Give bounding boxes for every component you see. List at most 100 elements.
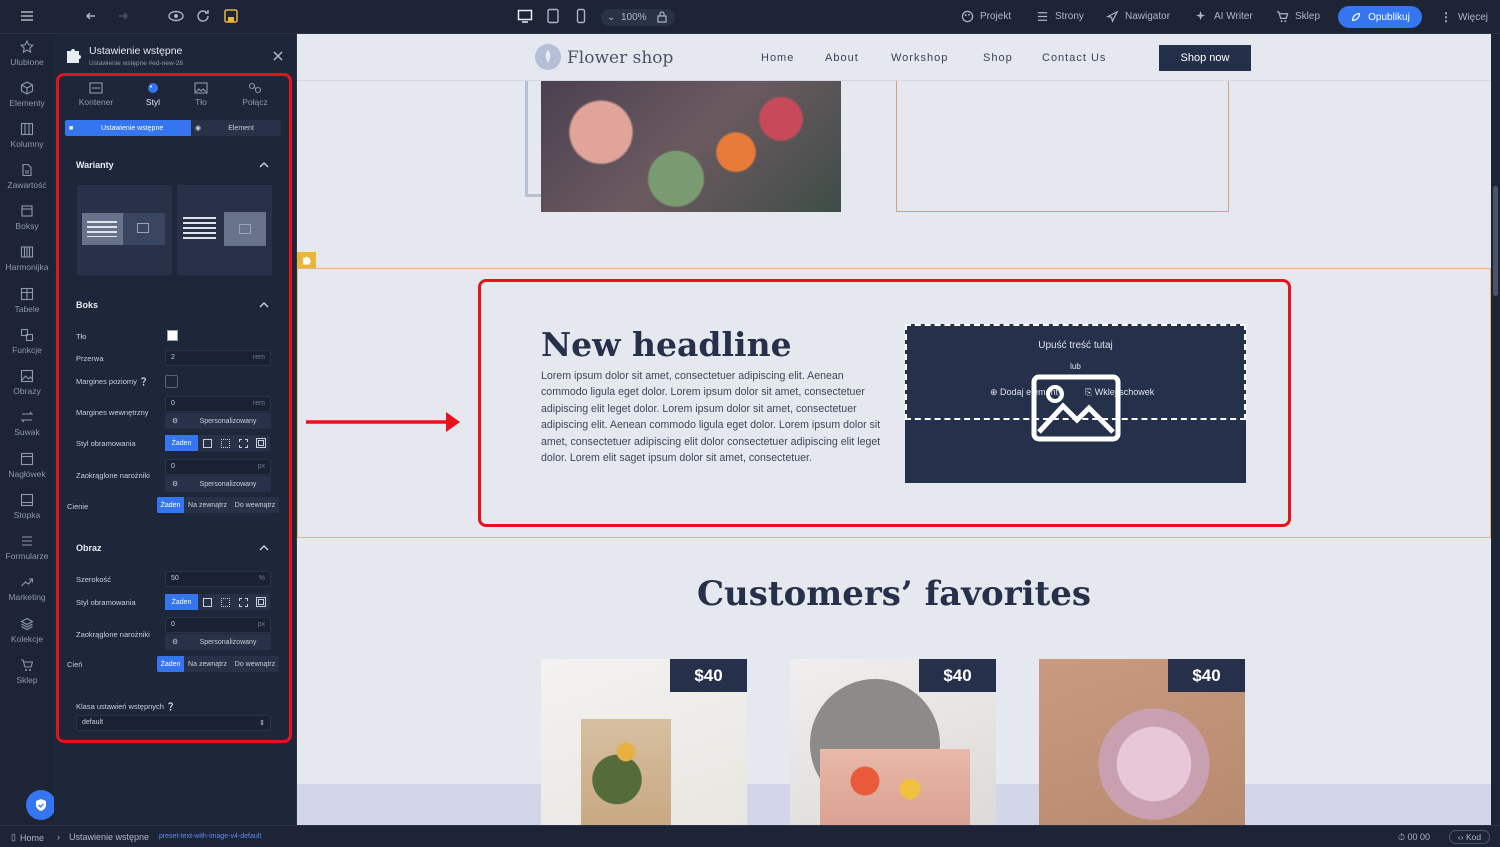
topnav-ai-writer[interactable]: AI Writer: [1195, 10, 1253, 23]
shop-now-button[interactable]: Shop now: [1159, 45, 1251, 71]
rail-item-marketing[interactable]: Marketing: [0, 575, 54, 602]
rail-item-stopka[interactable]: Stopka: [0, 493, 54, 520]
rail-label: Kolumny: [10, 139, 44, 149]
site-logo[interactable]: Flower shop: [567, 48, 673, 68]
highlight-frame-panel: [56, 73, 292, 743]
canvas-scrollbar[interactable]: [1491, 34, 1500, 825]
rail-item-ulubione[interactable]: Ulubione: [0, 40, 54, 67]
undo-icon[interactable]: [85, 8, 103, 26]
cart-icon: [21, 659, 34, 671]
functions-icon: [20, 328, 34, 342]
breadcrumb-separator: ›: [57, 832, 60, 842]
preview-eye-icon[interactable]: [167, 8, 185, 26]
rail-label: Nagłówek: [8, 469, 46, 479]
rail-label: Zawartość: [7, 180, 47, 190]
shield-icon: [36, 799, 46, 811]
list-icon: [1037, 12, 1048, 21]
product-card[interactable]: $40: [790, 659, 996, 825]
settings-panel: Ustawienie wstępne Ustawienie wstępne #e…: [54, 34, 297, 825]
lock-icon[interactable]: [657, 11, 667, 23]
price-badge: $40: [1168, 659, 1245, 692]
more-dots-icon: ⋮: [1440, 10, 1452, 24]
top-toolbar: ⌄ 100% Projekt Strony Nawigator AI Write…: [0, 0, 1500, 34]
topnav-label: Strony: [1055, 11, 1084, 22]
price-badge: $40: [919, 659, 996, 692]
nav-workshop[interactable]: Workshop: [891, 52, 948, 64]
zoom-level: 100%: [621, 12, 647, 23]
element-rail: Ulubione Elementy Kolumny Zawartość Boks…: [0, 34, 56, 825]
bouquet-photo: [820, 749, 970, 825]
rail-label: Tabele: [14, 304, 40, 314]
rail-item-naglowek[interactable]: Nagłówek: [0, 452, 54, 479]
flower-logo-icon[interactable]: [535, 44, 561, 70]
more-menu[interactable]: ⋮ Więcej: [1440, 10, 1488, 24]
zoom-control[interactable]: ⌄ 100%: [601, 9, 675, 26]
topnav-strony[interactable]: Strony: [1036, 10, 1084, 23]
nav-about[interactable]: About: [825, 52, 859, 64]
rail-item-kolumny[interactable]: Kolumny: [0, 122, 54, 149]
more-label: Więcej: [1458, 11, 1489, 23]
hamburger-menu-icon[interactable]: [19, 8, 37, 26]
desktop-view-icon[interactable]: [517, 8, 535, 26]
decorative-frame: [896, 79, 1229, 212]
save-icon[interactable]: [223, 8, 241, 26]
chevron-down-icon: ⌄: [607, 12, 616, 23]
breadcrumb-preset-class[interactable]: .preset-text-with-image-v4-default: [157, 833, 261, 840]
shield-help-button[interactable]: [26, 790, 56, 820]
rail-item-formularze[interactable]: Formularze: [0, 534, 54, 561]
rail-item-sklep[interactable]: Sklep: [0, 658, 54, 685]
cart-icon: [1276, 11, 1289, 23]
topnav-sklep[interactable]: Sklep: [1276, 10, 1320, 23]
rail-item-kolekcje[interactable]: Kolekcje: [0, 617, 54, 644]
favorites-heading: Customers’ favorites: [696, 574, 1092, 614]
topnav-label: Sklep: [1295, 11, 1321, 22]
rail-item-zawartosc[interactable]: Zawartość: [0, 163, 54, 190]
highlight-frame-section: [478, 279, 1291, 527]
price-badge: $40: [670, 659, 747, 692]
rail-item-funkcje[interactable]: Funkcje: [0, 328, 54, 355]
rail-item-boksy[interactable]: Boksy: [0, 204, 54, 231]
palette-icon: [961, 10, 974, 23]
topnav-nawigator[interactable]: Nawigator: [1106, 10, 1170, 23]
breadcrumb-preset[interactable]: Ustawienie wstępne: [69, 832, 149, 842]
slider-icon: [20, 411, 34, 423]
redo-icon[interactable]: [113, 8, 131, 26]
rail-item-tabele[interactable]: Tabele: [0, 287, 54, 314]
nav-shop[interactable]: Shop: [983, 52, 1013, 64]
tablet-view-icon[interactable]: [545, 8, 563, 26]
rail-label: Funkcje: [12, 345, 42, 355]
red-arrow-icon: [306, 410, 462, 434]
scrollbar-thumb[interactable]: [1493, 186, 1498, 296]
publish-button[interactable]: Opublikuj: [1338, 6, 1422, 28]
form-icon: [22, 536, 32, 546]
preset-badge[interactable]: [297, 252, 316, 268]
rail-item-obrazy[interactable]: Obrazy: [0, 369, 54, 396]
rail-item-suwak[interactable]: Suwak: [0, 410, 54, 437]
topnav-label: Projekt: [980, 11, 1012, 22]
rail-label: Formularze: [5, 551, 49, 561]
product-card[interactable]: $40: [1039, 659, 1245, 825]
nav-home[interactable]: Home: [761, 52, 794, 64]
nav-contact[interactable]: Contact Us: [1042, 52, 1106, 64]
rail-label: Boksy: [15, 221, 39, 231]
document-icon: [22, 163, 32, 177]
rocket-icon: [1352, 12, 1361, 22]
code-button[interactable]: ‹› Kod: [1449, 830, 1490, 844]
rail-item-elementy[interactable]: Elementy: [0, 81, 54, 108]
accordion-icon: [20, 246, 34, 258]
sparkle-icon: [1195, 10, 1206, 21]
product-photo: [1089, 699, 1219, 825]
columns-icon: [20, 122, 34, 136]
publish-label: Opublikuj: [1368, 11, 1410, 23]
rail-label: Kolekcje: [10, 634, 44, 644]
close-icon[interactable]: [273, 51, 283, 61]
refresh-icon[interactable]: [195, 8, 213, 26]
topnav-projekt[interactable]: Projekt: [961, 10, 1011, 23]
product-card[interactable]: $40: [541, 659, 747, 825]
rail-label: Harmonijka: [5, 262, 49, 272]
rail-label: Obrazy: [13, 386, 41, 396]
product-photo: [581, 719, 671, 825]
breadcrumb-home[interactable]: ▯ Home: [11, 832, 44, 843]
mobile-view-icon[interactable]: [573, 8, 591, 26]
rail-item-harmonijka[interactable]: Harmonijka: [0, 245, 54, 272]
